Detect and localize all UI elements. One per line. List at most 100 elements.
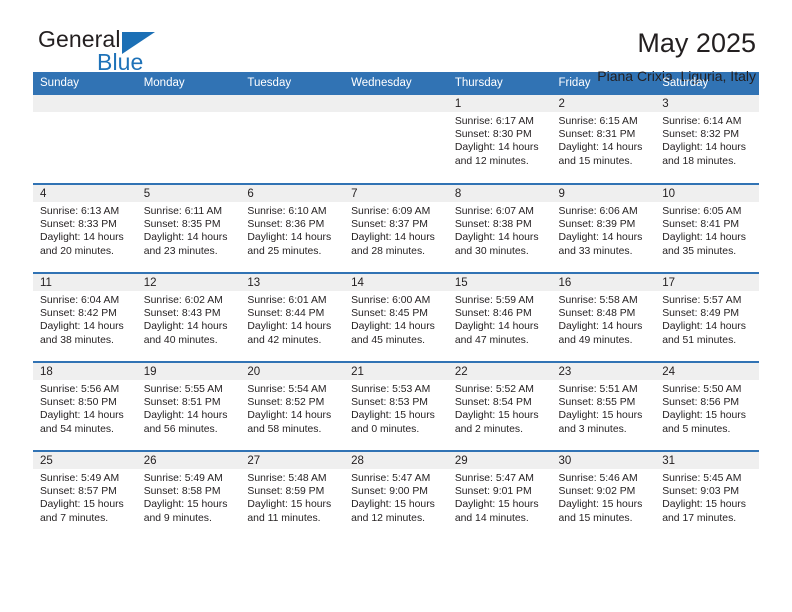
daylight-text: Daylight: 14 hours and 28 minutes. bbox=[351, 232, 435, 257]
day-details: Sunrise: 5:50 AM Sunset: 8:56 PM Daylight:… bbox=[655, 380, 759, 436]
daylight-text: Daylight: 14 hours and 18 minutes. bbox=[662, 142, 746, 167]
calendar-day-cell[interactable]: 6 Sunrise: 6:10 AM Sunset: 8:36 PM Daylight… bbox=[240, 183, 345, 273]
calendar-day-cell[interactable]: 2 Sunrise: 6:15 AM Sunset: 8:31 PM Daylight… bbox=[551, 95, 656, 184]
daylight-text: Daylight: 14 hours and 54 minutes. bbox=[40, 410, 124, 435]
day-number: 3 bbox=[655, 95, 759, 112]
daylight-text: Daylight: 14 hours and 35 minutes. bbox=[662, 232, 746, 257]
weekday-header-wednesday: Wednesday bbox=[344, 72, 448, 95]
calendar-day-cell[interactable]: 20 Sunrise: 5:54 AM Sunset: 8:52 PM Dayligh… bbox=[240, 361, 345, 451]
day-number: 15 bbox=[447, 274, 552, 291]
calendar-day-cell[interactable]: 8 Sunrise: 6:07 AM Sunset: 8:38 PM Daylight… bbox=[447, 183, 552, 273]
day-number: 18 bbox=[33, 363, 137, 380]
sunset-text: Sunset: 8:57 PM bbox=[40, 486, 117, 498]
sunset-text: Sunset: 9:02 PM bbox=[558, 486, 636, 498]
calendar-day-cell[interactable]: 22 Sunrise: 5:52 AM Sunset: 8:54 PM Dayligh… bbox=[447, 361, 552, 451]
daylight-text: Daylight: 14 hours and 56 minutes. bbox=[143, 410, 228, 435]
calendar-day-cell[interactable]: 10 Sunrise: 6:05 AM Sunset: 8:41 PM Dayligh… bbox=[655, 183, 759, 273]
calendar-day-cell[interactable]: 3 Sunrise: 6:14 AM Sunset: 8:32 PM Daylight… bbox=[655, 95, 759, 184]
sunrise-text: Sunrise: 6:01 AM bbox=[247, 295, 327, 306]
day-number: 19 bbox=[136, 363, 241, 380]
calendar-day-cell[interactable]: 26 Sunrise: 5:49 AM Sunset: 8:58 PM Dayligh… bbox=[136, 450, 241, 540]
calendar-day-cell[interactable]: 28 Sunrise: 5:47 AM Sunset: 9:00 PM Dayligh… bbox=[344, 450, 448, 540]
calendar-day-cell[interactable]: 1 Sunrise: 6:17 AM Sunset: 8:30 PM Daylight… bbox=[447, 95, 552, 184]
day-details: Sunrise: 6:14 AM Sunset: 8:32 PM Daylight:… bbox=[655, 112, 759, 168]
day-number: 9 bbox=[551, 185, 656, 202]
calendar-day-cell[interactable]: 5 Sunrise: 6:11 AM Sunset: 8:35 PM Daylight… bbox=[136, 183, 241, 273]
daylight-text: Daylight: 15 hours and 15 minutes. bbox=[558, 499, 643, 524]
calendar-day-cell[interactable]: 24 Sunrise: 5:50 AM Sunset: 8:56 PM Dayligh… bbox=[655, 361, 759, 451]
daylight-text: Daylight: 14 hours and 49 minutes. bbox=[558, 321, 643, 346]
sunset-text: Sunset: 8:30 PM bbox=[454, 129, 532, 141]
day-number: 20 bbox=[240, 363, 345, 380]
day-number: 22 bbox=[447, 363, 552, 380]
sunrise-text: Sunrise: 5:50 AM bbox=[662, 384, 742, 395]
calendar-week-row: 4 Sunrise: 6:13 AM Sunset: 8:33 PM Daylight… bbox=[33, 183, 759, 273]
calendar-day-cell[interactable]: 17 Sunrise: 5:57 AM Sunset: 8:49 PM Dayligh… bbox=[655, 272, 759, 362]
sunset-text: Sunset: 8:42 PM bbox=[40, 308, 117, 320]
day-number: 29 bbox=[447, 452, 552, 469]
day-number: 4 bbox=[33, 185, 137, 202]
sunrise-text: Sunrise: 5:59 AM bbox=[454, 295, 534, 306]
day-details: Sunrise: 5:54 AM Sunset: 8:52 PM Daylight:… bbox=[240, 380, 344, 436]
calendar-day-cell[interactable]: 12 Sunrise: 6:02 AM Sunset: 8:43 PM Dayligh… bbox=[136, 272, 241, 362]
day-details: Sunrise: 6:17 AM Sunset: 8:30 PM Daylight:… bbox=[448, 112, 552, 168]
sunset-text: Sunset: 8:55 PM bbox=[558, 397, 636, 409]
calendar-day-cell[interactable]: 19 Sunrise: 5:55 AM Sunset: 8:51 PM Dayligh… bbox=[136, 361, 241, 451]
day-details: Sunrise: 6:00 AM Sunset: 8:45 PM Daylight:… bbox=[344, 291, 448, 347]
sunset-text: Sunset: 8:33 PM bbox=[40, 219, 117, 231]
general-blue-logo[interactable]: General Blue bbox=[33, 28, 218, 84]
day-details: Sunrise: 6:13 AM Sunset: 8:33 PM Daylight:… bbox=[33, 202, 137, 258]
calendar-day-cell[interactable]: 31 Sunrise: 5:45 AM Sunset: 9:03 PM Dayligh… bbox=[655, 450, 759, 540]
daylight-text: Daylight: 14 hours and 30 minutes. bbox=[454, 232, 539, 257]
calendar-day-cell[interactable]: 18 Sunrise: 5:56 AM Sunset: 8:50 PM Dayligh… bbox=[33, 361, 137, 451]
calendar-day-cell[interactable]: 14 Sunrise: 6:00 AM Sunset: 8:45 PM Dayligh… bbox=[344, 272, 448, 362]
sunrise-text: Sunrise: 6:10 AM bbox=[247, 206, 327, 217]
day-details: Sunrise: 6:05 AM Sunset: 8:41 PM Daylight:… bbox=[655, 202, 759, 258]
day-number: 7 bbox=[344, 185, 448, 202]
calendar-day-cell[interactable]: 15 Sunrise: 5:59 AM Sunset: 8:46 PM Dayligh… bbox=[447, 272, 552, 362]
sunset-text: Sunset: 8:39 PM bbox=[558, 219, 636, 231]
day-number: 31 bbox=[655, 452, 759, 469]
sunset-text: Sunset: 8:59 PM bbox=[247, 486, 325, 498]
calendar-day-cell[interactable]: 11 Sunrise: 6:04 AM Sunset: 8:42 PM Dayligh… bbox=[33, 272, 137, 362]
calendar-day-cell[interactable]: 27 Sunrise: 5:48 AM Sunset: 8:59 PM Dayligh… bbox=[240, 450, 345, 540]
sunset-text: Sunset: 8:58 PM bbox=[143, 486, 221, 498]
day-details: Sunrise: 5:51 AM Sunset: 8:55 PM Daylight:… bbox=[552, 380, 656, 436]
calendar-day-cell[interactable]: 23 Sunrise: 5:51 AM Sunset: 8:55 PM Dayligh… bbox=[551, 361, 656, 451]
day-details: Sunrise: 5:49 AM Sunset: 8:58 PM Daylight:… bbox=[137, 469, 241, 525]
calendar-day-cell[interactable]: 30 Sunrise: 5:46 AM Sunset: 9:02 PM Dayligh… bbox=[551, 450, 656, 540]
sunrise-text: Sunrise: 6:13 AM bbox=[40, 206, 120, 217]
daylight-text: Daylight: 15 hours and 17 minutes. bbox=[662, 499, 746, 524]
daylight-text: Daylight: 14 hours and 12 minutes. bbox=[454, 142, 539, 167]
calendar-day-cell[interactable]: 21 Sunrise: 5:53 AM Sunset: 8:53 PM Dayligh… bbox=[344, 361, 448, 451]
sunset-text: Sunset: 8:38 PM bbox=[454, 219, 532, 231]
daylight-text: Daylight: 14 hours and 15 minutes. bbox=[558, 142, 643, 167]
calendar-day-cell[interactable]: 25 Sunrise: 5:49 AM Sunset: 8:57 PM Dayligh… bbox=[33, 450, 137, 540]
sunrise-text: Sunrise: 6:09 AM bbox=[351, 206, 431, 217]
sunrise-text: Sunrise: 6:15 AM bbox=[558, 116, 638, 127]
day-details: Sunrise: 6:09 AM Sunset: 8:37 PM Daylight:… bbox=[344, 202, 448, 258]
calendar-day-cell[interactable]: 9 Sunrise: 6:06 AM Sunset: 8:39 PM Daylight… bbox=[551, 183, 656, 273]
page-header: General Blue May 2025 Piana Crixia, Ligu… bbox=[33, 0, 759, 85]
calendar-week-row: 18 Sunrise: 5:56 AM Sunset: 8:50 PM Dayligh… bbox=[33, 361, 759, 451]
sunset-text: Sunset: 8:45 PM bbox=[351, 308, 428, 320]
sunrise-text: Sunrise: 6:05 AM bbox=[662, 206, 742, 217]
day-number: 17 bbox=[655, 274, 759, 291]
day-details: Sunrise: 5:49 AM Sunset: 8:57 PM Daylight:… bbox=[33, 469, 137, 525]
day-number: 12 bbox=[136, 274, 241, 291]
sunset-text: Sunset: 8:44 PM bbox=[247, 308, 325, 320]
sunrise-text: Sunrise: 5:56 AM bbox=[40, 384, 120, 395]
calendar-day-cell[interactable]: 13 Sunrise: 6:01 AM Sunset: 8:44 PM Dayligh… bbox=[240, 272, 345, 362]
daylight-text: Daylight: 15 hours and 2 minutes. bbox=[454, 410, 539, 435]
sunset-text: Sunset: 8:36 PM bbox=[247, 219, 325, 231]
day-details: Sunrise: 6:01 AM Sunset: 8:44 PM Daylight:… bbox=[240, 291, 344, 347]
day-details: Sunrise: 5:56 AM Sunset: 8:50 PM Daylight:… bbox=[33, 380, 137, 436]
daylight-text: Daylight: 14 hours and 42 minutes. bbox=[247, 321, 332, 346]
calendar-day-cell[interactable]: 16 Sunrise: 5:58 AM Sunset: 8:48 PM Dayligh… bbox=[551, 272, 656, 362]
calendar-day-cell[interactable]: 7 Sunrise: 6:09 AM Sunset: 8:37 PM Daylight… bbox=[344, 183, 448, 273]
calendar-day-cell[interactable]: 4 Sunrise: 6:13 AM Sunset: 8:33 PM Daylight… bbox=[33, 183, 137, 273]
daylight-text: Daylight: 14 hours and 47 minutes. bbox=[454, 321, 539, 346]
sunset-text: Sunset: 8:37 PM bbox=[351, 219, 428, 231]
sunrise-text: Sunrise: 5:52 AM bbox=[454, 384, 534, 395]
calendar-day-cell[interactable]: 29 Sunrise: 5:47 AM Sunset: 9:01 PM Dayligh… bbox=[447, 450, 552, 540]
